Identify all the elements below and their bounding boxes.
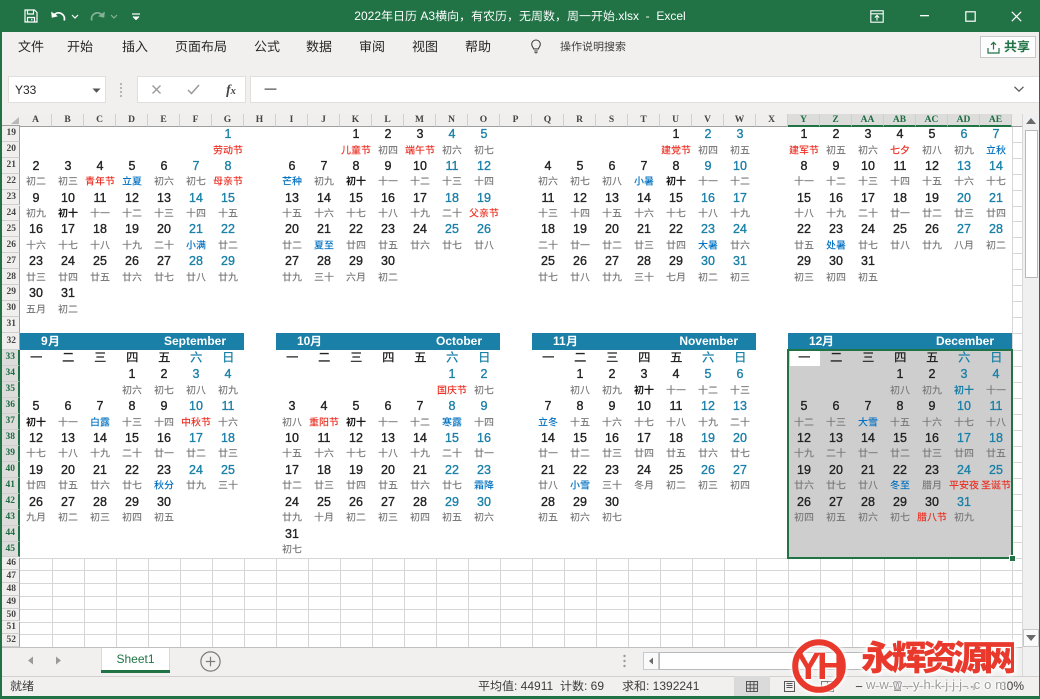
svg-text:YH: YH	[796, 646, 842, 688]
